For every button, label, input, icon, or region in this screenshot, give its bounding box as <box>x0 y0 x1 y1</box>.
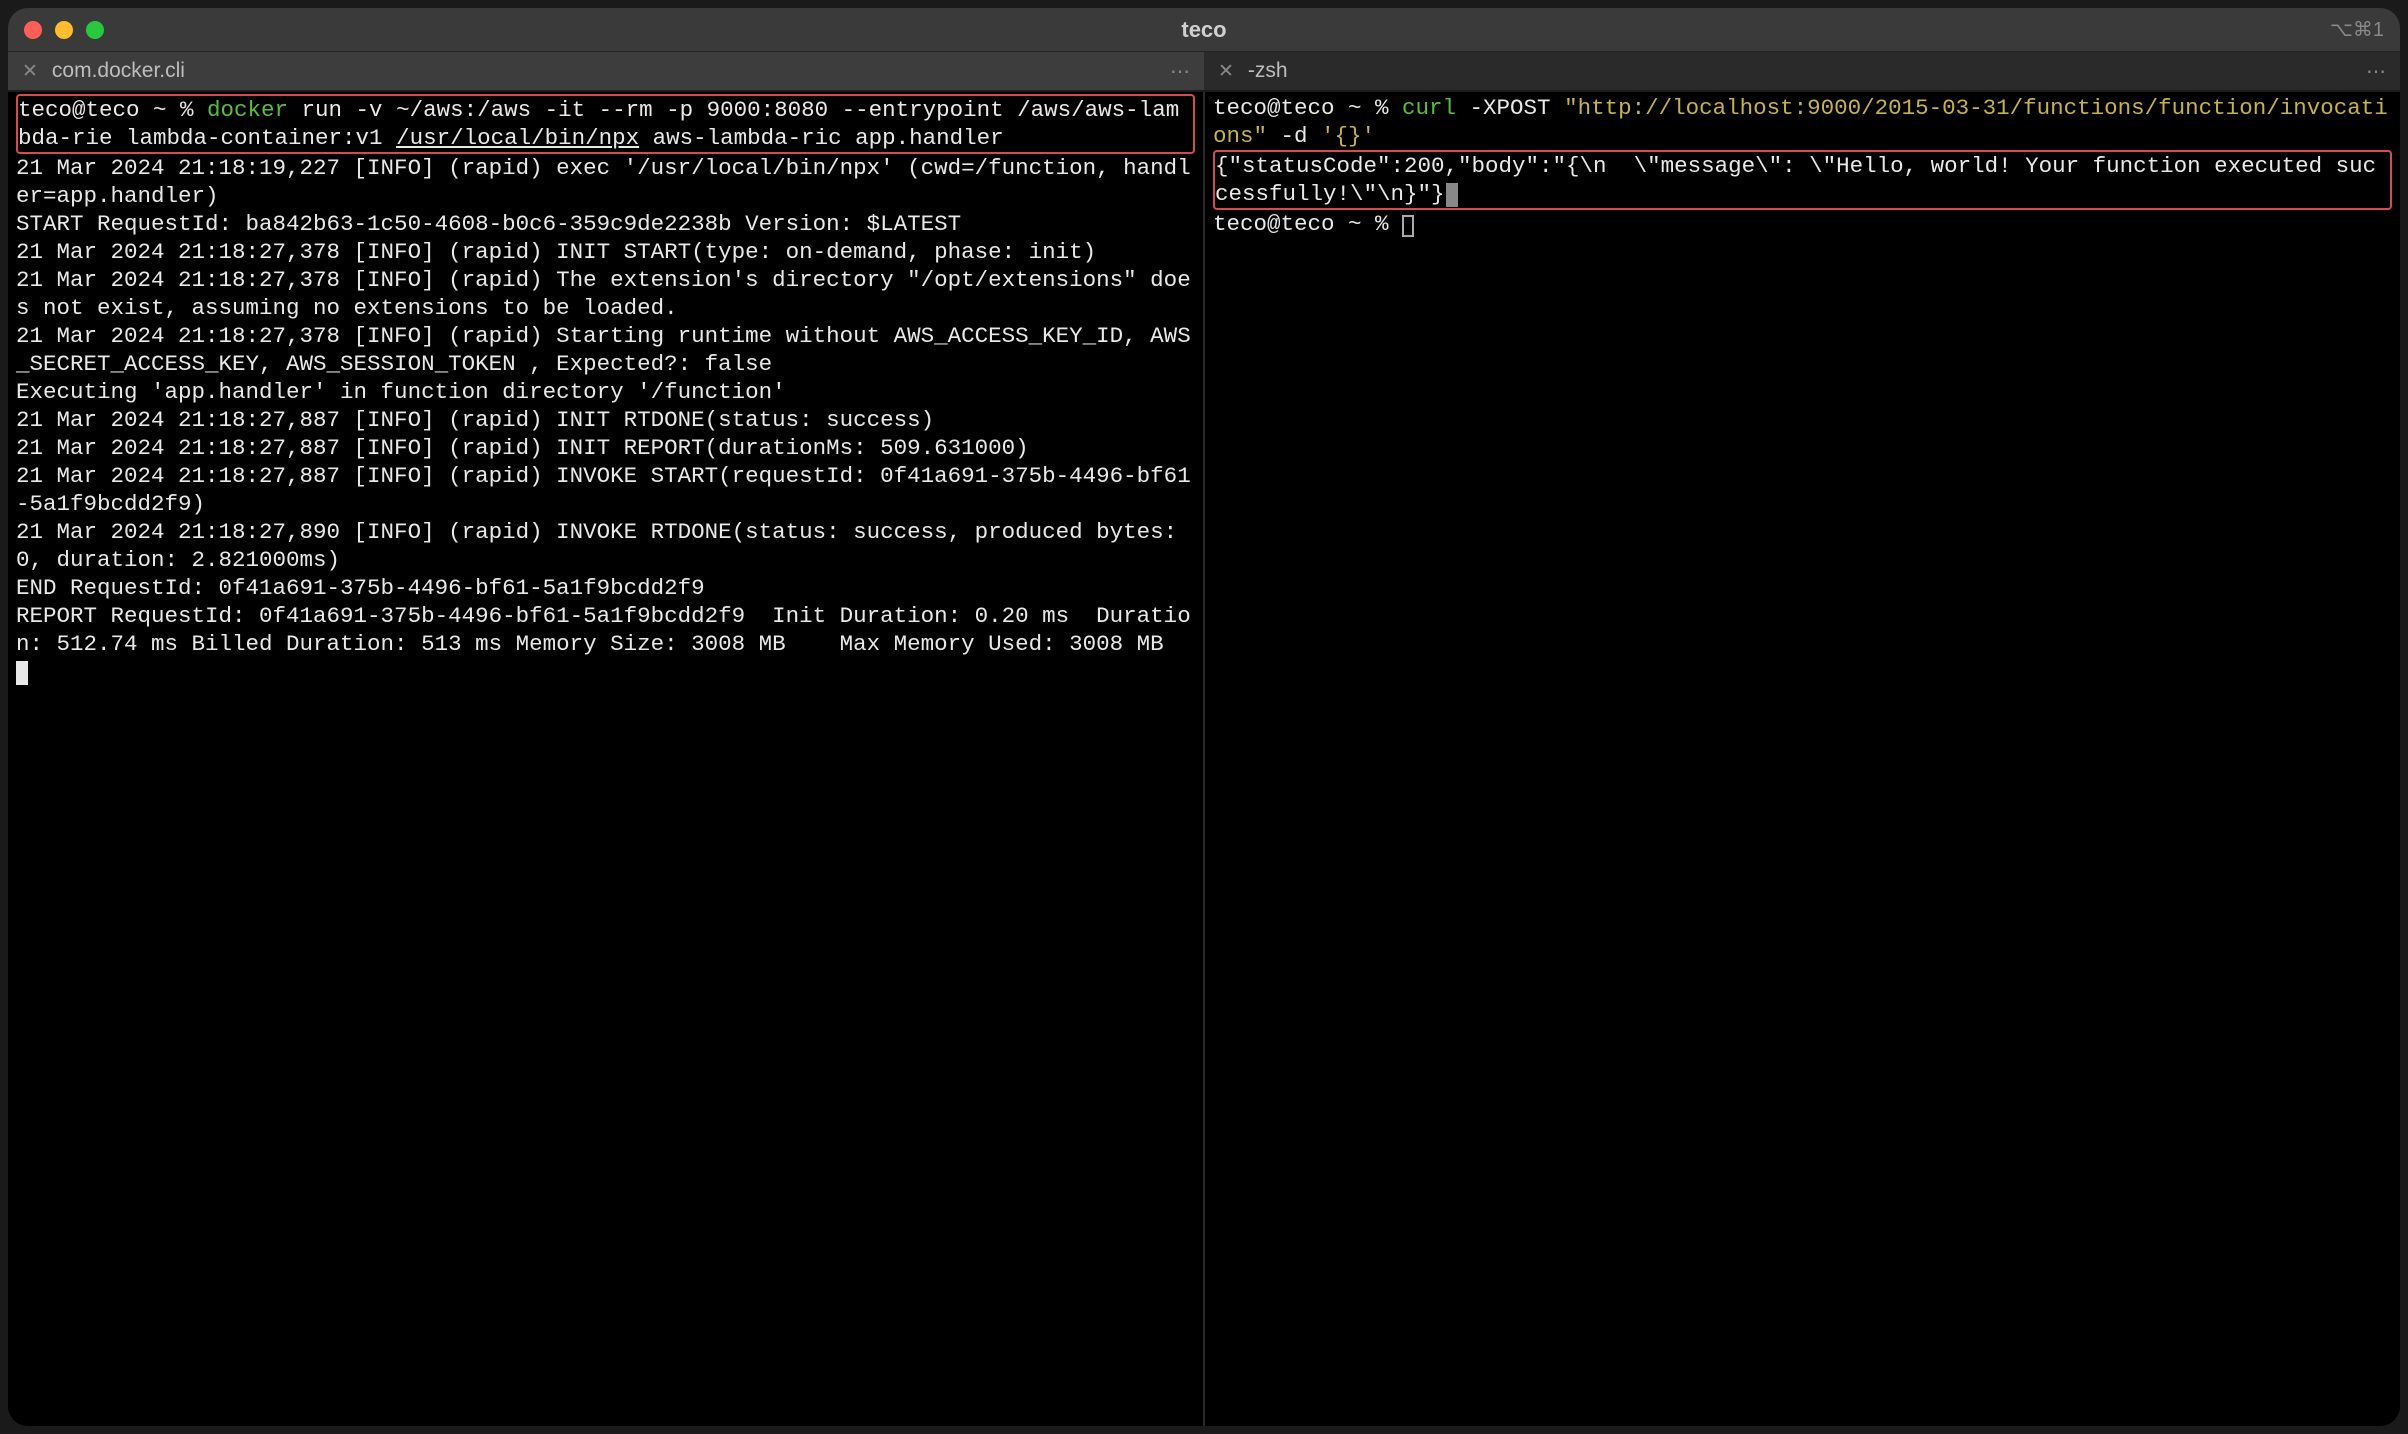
terminal-line: REPORT RequestId: 0f41a691-375b-4496-bf6… <box>16 602 1195 658</box>
terminal-line: 21 Mar 2024 21:18:19,227 [INFO] (rapid) … <box>16 154 1195 210</box>
command-name: curl <box>1402 95 1456 121</box>
prompt: teco@teco ~ % <box>1213 95 1402 121</box>
terminal-line: END RequestId: 0f41a691-375b-4496-bf61-5… <box>16 574 1195 602</box>
tab-left[interactable]: ✕ com.docker.cli ⋯ <box>8 52 1204 90</box>
window-title: teco <box>8 17 2400 43</box>
command-path: /usr/local/bin/npx <box>396 125 639 151</box>
terminal-line: 21 Mar 2024 21:18:27,378 [INFO] (rapid) … <box>16 266 1195 322</box>
close-window-button[interactable] <box>24 21 42 39</box>
terminal-line: teco@teco ~ % curl -XPOST "http://localh… <box>1213 94 2392 150</box>
titlebar: teco ⌥⌘1 <box>8 8 2400 52</box>
close-tab-icon[interactable]: ✕ <box>22 62 38 81</box>
panes: teco@teco ~ % docker run -v ~/aws:/aws -… <box>8 92 2400 1426</box>
tab-left-label: com.docker.cli <box>52 59 1156 83</box>
terminal-prompt-line: teco@teco ~ % <box>1213 210 2392 238</box>
terminal-cursor-line <box>16 658 1195 686</box>
traffic-lights <box>24 21 104 39</box>
terminal-output-left: 21 Mar 2024 21:18:19,227 [INFO] (rapid) … <box>16 154 1195 658</box>
terminal-pane-left[interactable]: teco@teco ~ % docker run -v ~/aws:/aws -… <box>8 92 1203 1426</box>
tab-right[interactable]: ✕ -zsh ⋯ <box>1204 52 2400 90</box>
terminal-line: 21 Mar 2024 21:18:27,887 [INFO] (rapid) … <box>16 462 1195 518</box>
highlighted-response-right: {"statusCode":200,"body":"{\n \"message\… <box>1213 150 2392 210</box>
tab-menu-icon[interactable]: ⋯ <box>1170 59 1190 84</box>
terminal-line: START RequestId: ba842b63-1c50-4608-b0c6… <box>16 210 1195 238</box>
close-tab-icon[interactable]: ✕ <box>1218 62 1234 81</box>
terminal-pane-right[interactable]: teco@teco ~ % curl -XPOST "http://localh… <box>1203 92 2400 1426</box>
terminal-line: teco@teco ~ % docker run -v ~/aws:/aws -… <box>18 96 1191 152</box>
tabbar: ✕ com.docker.cli ⋯ ✕ -zsh ⋯ <box>8 52 2400 92</box>
terminal-line: 21 Mar 2024 21:18:27,890 [INFO] (rapid) … <box>16 518 1195 574</box>
command-args: -d <box>1267 123 1321 149</box>
command-args: aws-lambda-ric app.handler <box>639 125 1004 151</box>
terminal-line: 21 Mar 2024 21:18:27,887 [INFO] (rapid) … <box>16 406 1195 434</box>
terminal-line: Executing 'app.handler' in function dire… <box>16 378 1195 406</box>
prompt: teco@teco ~ % <box>1213 211 1402 237</box>
highlighted-command-left: teco@teco ~ % docker run -v ~/aws:/aws -… <box>16 94 1195 154</box>
terminal-line: 21 Mar 2024 21:18:27,378 [INFO] (rapid) … <box>16 322 1195 378</box>
command-name: docker <box>207 97 288 123</box>
command-args: -XPOST <box>1456 95 1564 121</box>
cursor-icon <box>16 661 28 685</box>
minimize-window-button[interactable] <box>55 21 73 39</box>
terminal-line: 21 Mar 2024 21:18:27,378 [INFO] (rapid) … <box>16 238 1195 266</box>
prompt: teco@teco ~ % <box>18 97 207 123</box>
terminal-line: 21 Mar 2024 21:18:27,887 [INFO] (rapid) … <box>16 434 1195 462</box>
terminal-line: {"statusCode":200,"body":"{\n \"message\… <box>1215 152 2388 208</box>
response-text: {"statusCode":200,"body":"{\n \"message\… <box>1215 153 2376 207</box>
tab-menu-icon[interactable]: ⋯ <box>2366 59 2386 84</box>
maximize-window-button[interactable] <box>86 21 104 39</box>
command-data: '{}' <box>1321 123 1375 149</box>
window-shortcut-label: ⌥⌘1 <box>2330 17 2384 42</box>
cursor-icon <box>1402 215 1414 237</box>
terminal-window: teco ⌥⌘1 ✕ com.docker.cli ⋯ ✕ -zsh ⋯ tec… <box>8 8 2400 1426</box>
tab-right-label: -zsh <box>1248 59 2352 83</box>
end-of-output-icon <box>1446 183 1458 207</box>
